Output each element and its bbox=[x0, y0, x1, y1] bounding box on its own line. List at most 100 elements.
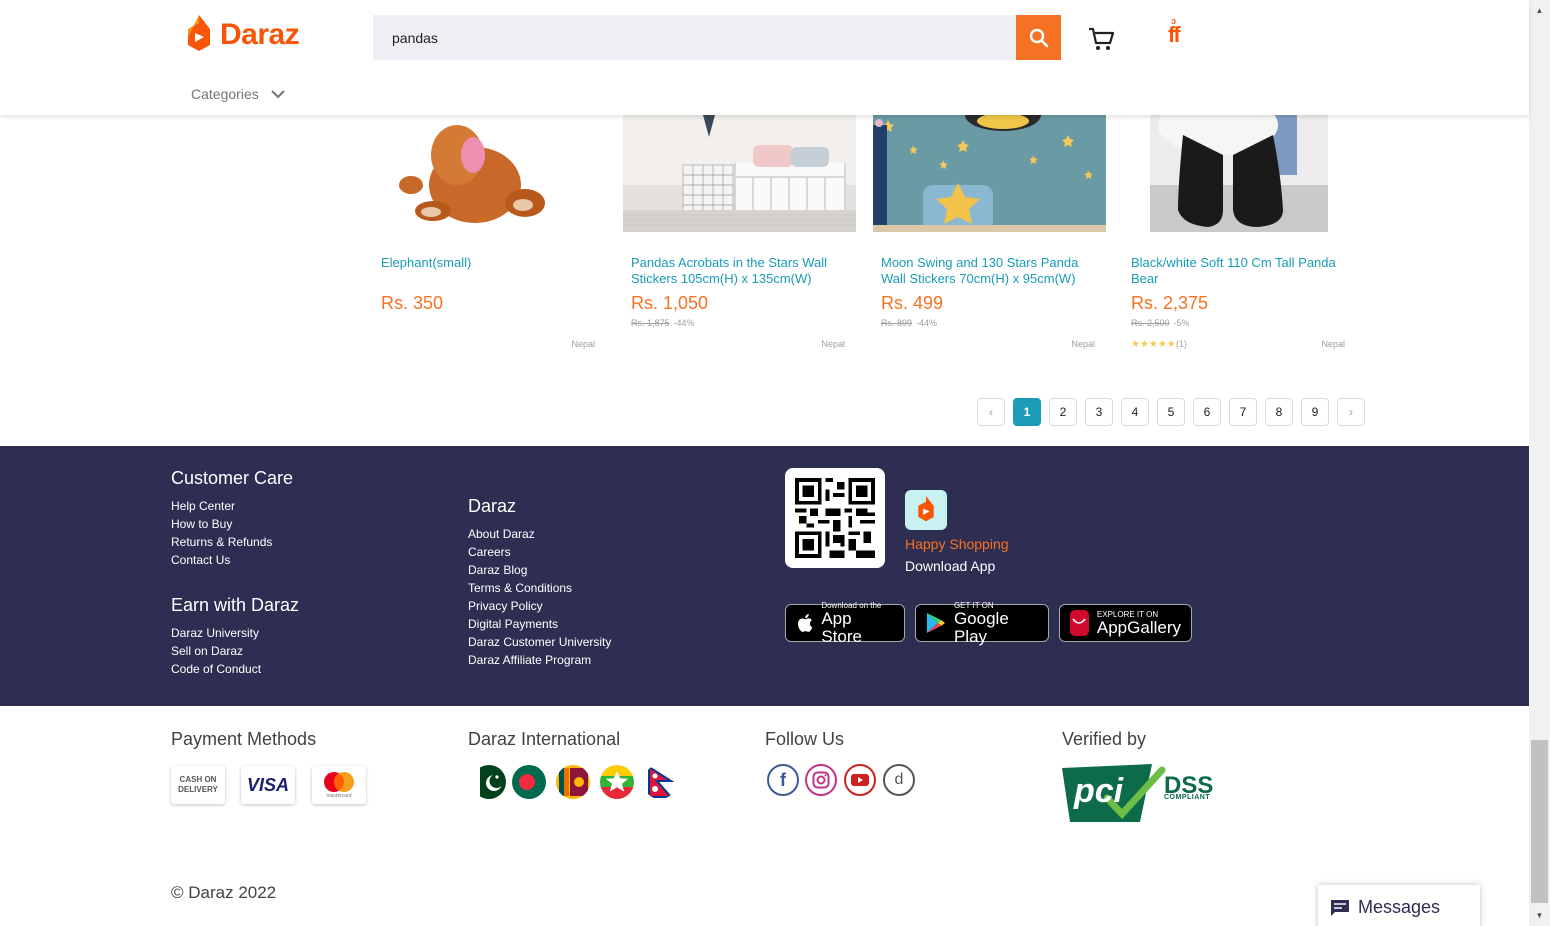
pagination-page[interactable]: 9 bbox=[1301, 398, 1329, 426]
product-title[interactable]: Black/white Soft 110 Cm Tall Panda Bear bbox=[1131, 255, 1351, 287]
earn-heading: Earn with Daraz bbox=[171, 595, 300, 615]
pagination-page[interactable]: 8 bbox=[1265, 398, 1293, 426]
pagination-next[interactable]: › bbox=[1337, 398, 1365, 426]
pci-dss-badge: pci DSS COMPLIANT bbox=[1062, 764, 1222, 826]
customer-care-heading: Customer Care bbox=[171, 468, 294, 488]
product-price: Rs. 499 bbox=[881, 293, 944, 313]
product-card[interactable]: Elephant(small) Rs. 350 Nepal bbox=[373, 115, 623, 355]
flag-srilanka-icon[interactable] bbox=[556, 765, 590, 799]
footer-link[interactable]: Digital Payments bbox=[468, 615, 611, 633]
international-heading: Daraz International bbox=[468, 729, 621, 749]
footer-link[interactable]: Sell on Daraz bbox=[171, 642, 299, 660]
footer-link[interactable]: Contact Us bbox=[171, 551, 299, 569]
app-gallery-big: AppGallery bbox=[1096, 617, 1181, 637]
footer-main: Customer Care Help Center How to Buy Ret… bbox=[0, 446, 1529, 706]
pagination-prev[interactable]: ‹ bbox=[977, 398, 1005, 426]
footer-link[interactable]: Terms & Conditions bbox=[468, 579, 611, 597]
original-price: Rs. 2,500 bbox=[1131, 318, 1170, 328]
facebook-icon[interactable]: f bbox=[767, 764, 799, 796]
flag-myanmar-icon[interactable] bbox=[600, 765, 634, 799]
footer-link[interactable]: Code of Conduct bbox=[171, 660, 299, 678]
footer-link[interactable]: Daraz Blog bbox=[468, 561, 611, 579]
qr-code-image bbox=[795, 478, 875, 558]
product-card[interactable]: Black/white Soft 110 Cm Tall Panda Bear … bbox=[1123, 115, 1373, 355]
product-card[interactable]: Pandas Acrobats in the Stars Wall Sticke… bbox=[623, 115, 873, 355]
pagination-page[interactable]: 5 bbox=[1157, 398, 1185, 426]
product-image[interactable] bbox=[623, 115, 856, 232]
verified-by-heading: Verified by bbox=[1062, 729, 1147, 749]
pagination-page[interactable]: 2 bbox=[1049, 398, 1077, 426]
product-price: Rs. 2,375 bbox=[1131, 293, 1209, 313]
original-price: Rs. 899 bbox=[881, 318, 913, 328]
discount: -44% bbox=[916, 318, 938, 328]
categories-label: Categories bbox=[191, 86, 259, 102]
promo-banner[interactable]: ɔ ff bbox=[1168, 16, 1181, 48]
search-button[interactable] bbox=[1016, 15, 1061, 60]
app-download-block: Happy Shopping Download App bbox=[905, 490, 1009, 574]
pagination-page[interactable]: 4 bbox=[1121, 398, 1149, 426]
qr-code bbox=[785, 468, 885, 568]
footer-link[interactable]: Daraz University bbox=[171, 624, 299, 642]
footer-link[interactable]: Daraz Affiliate Program bbox=[468, 651, 611, 669]
app-store-badge[interactable]: Download on the App Store bbox=[785, 601, 905, 645]
daraz-heading: Daraz bbox=[468, 496, 517, 516]
flag-bangladesh-icon[interactable] bbox=[512, 765, 546, 799]
cart-icon bbox=[1089, 27, 1115, 50]
mastercard-text: mastercard bbox=[326, 793, 352, 799]
product-image[interactable] bbox=[873, 115, 1106, 232]
search-input[interactable] bbox=[373, 15, 1016, 60]
app-gallery-badge[interactable]: EXPLORE IT ON AppGallery bbox=[1059, 604, 1192, 642]
messages-button[interactable]: Messages bbox=[1318, 885, 1480, 926]
product-location: Nepal bbox=[1321, 339, 1345, 349]
footer-link[interactable]: About Daraz bbox=[468, 525, 611, 543]
daraz-logo[interactable]: Daraz bbox=[186, 15, 300, 55]
google-play-icon bbox=[926, 613, 946, 633]
original-price: Rs. 1,875 bbox=[631, 318, 670, 328]
product-title[interactable]: Elephant(small) bbox=[381, 255, 601, 271]
flag-nepal-icon[interactable] bbox=[643, 765, 677, 799]
google-play-text: GET IT ON Google Play bbox=[954, 601, 1038, 646]
page-scrollbar[interactable]: ▲ ▼ bbox=[1529, 0, 1550, 926]
app-gallery-text: EXPLORE IT ON AppGallery bbox=[1097, 610, 1181, 637]
instagram-icon[interactable] bbox=[805, 764, 837, 796]
daraz-logo-icon bbox=[188, 15, 210, 51]
chevron-down-icon bbox=[270, 89, 285, 98]
pagination-page[interactable]: 1 bbox=[1013, 398, 1041, 426]
product-image[interactable] bbox=[1123, 115, 1356, 232]
product-image[interactable] bbox=[373, 115, 606, 232]
footer-col-customer: Customer Care Help Center How to Buy Ret… bbox=[171, 468, 299, 678]
pagination-page[interactable]: 3 bbox=[1085, 398, 1113, 426]
product-title[interactable]: Moon Swing and 130 Stars Panda Wall Stic… bbox=[881, 255, 1101, 287]
search-icon bbox=[1029, 28, 1048, 47]
app-store-big: App Store bbox=[821, 608, 862, 646]
flag-pakistan-icon[interactable] bbox=[472, 765, 506, 799]
cart-button[interactable] bbox=[1088, 27, 1116, 58]
product-original-price: Rs. 2,500 -5% bbox=[1131, 318, 1190, 328]
scrollbar-thumb[interactable] bbox=[1531, 740, 1548, 903]
mastercard-badge: mastercard bbox=[312, 766, 366, 804]
daraz-app-icon[interactable] bbox=[905, 490, 947, 530]
footer-link[interactable]: How to Buy bbox=[171, 515, 299, 533]
discount: -44% bbox=[673, 318, 695, 328]
youtube-icon[interactable] bbox=[844, 764, 876, 796]
product-price: Rs. 1,050 bbox=[631, 293, 709, 313]
product-price: Rs. 350 bbox=[381, 293, 444, 313]
pagination-page[interactable]: 7 bbox=[1229, 398, 1257, 426]
categories-dropdown[interactable]: Categories bbox=[191, 86, 285, 102]
pagination-page[interactable]: 6 bbox=[1193, 398, 1221, 426]
footer-link[interactable]: Daraz Customer University bbox=[468, 633, 611, 651]
rating-stars: ★★★★★ bbox=[1131, 339, 1176, 350]
footer-link[interactable]: Help Center bbox=[171, 497, 299, 515]
daraz-blog-icon[interactable]: d bbox=[883, 764, 915, 796]
product-card[interactable]: Moon Swing and 130 Stars Panda Wall Stic… bbox=[873, 115, 1123, 355]
scroll-up-icon[interactable]: ▲ bbox=[1529, 2, 1550, 19]
google-play-badge[interactable]: GET IT ON Google Play bbox=[915, 601, 1049, 645]
footer-link[interactable]: Returns & Refunds bbox=[171, 533, 299, 551]
footer-link[interactable]: Privacy Policy bbox=[468, 597, 611, 615]
product-title[interactable]: Pandas Acrobats in the Stars Wall Sticke… bbox=[631, 255, 851, 287]
daraz-links: About Daraz Careers Daraz Blog Terms & C… bbox=[468, 525, 611, 669]
scroll-down-icon[interactable]: ▼ bbox=[1529, 907, 1550, 924]
footer-link[interactable]: Careers bbox=[468, 543, 611, 561]
visa-text: VISA bbox=[246, 774, 289, 795]
download-app-text: Download App bbox=[905, 558, 996, 574]
